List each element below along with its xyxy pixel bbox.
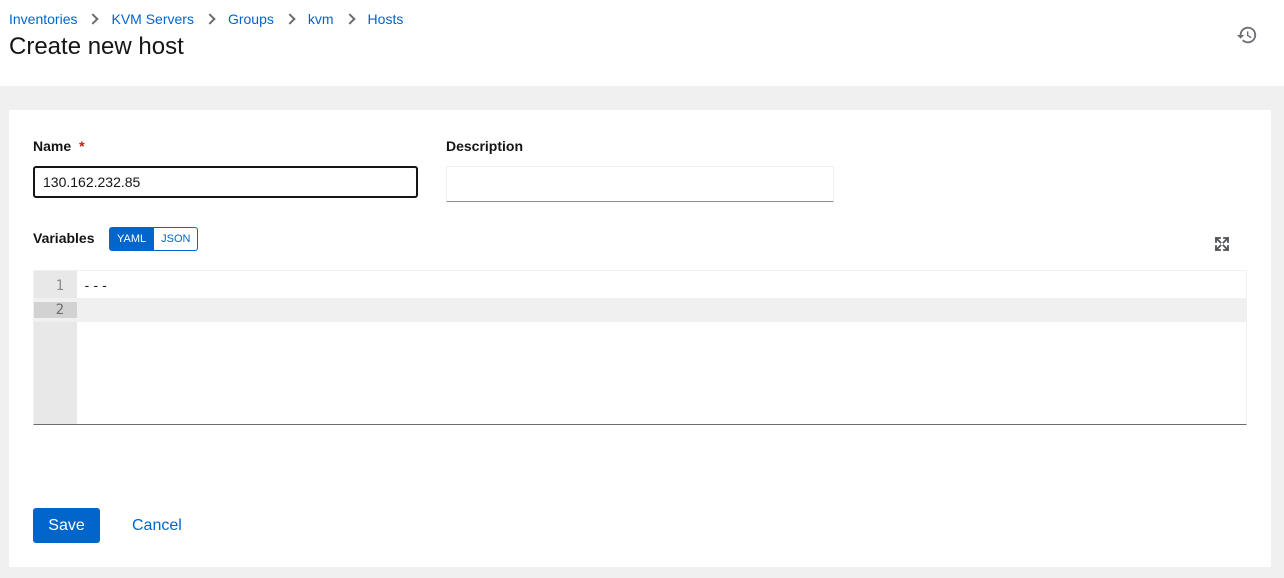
breadcrumb-hosts[interactable]: Hosts (368, 11, 404, 27)
chevron-right-icon (204, 13, 216, 25)
yaml-toggle[interactable]: YAML (109, 227, 155, 251)
description-label: Description (446, 138, 524, 154)
breadcrumb-kvm[interactable]: kvm (308, 11, 334, 27)
line-number: 2 (34, 302, 77, 318)
breadcrumb: Inventories KVM Servers Groups kvm Hosts (9, 11, 403, 27)
page-title: Create new host (9, 33, 184, 60)
expand-icon (1214, 236, 1230, 252)
name-label: Name * (33, 138, 85, 154)
json-toggle[interactable]: JSON (154, 227, 199, 251)
line-content: --- (83, 278, 110, 294)
breadcrumb-kvm-servers[interactable]: KVM Servers (111, 11, 193, 27)
history-icon (1236, 26, 1257, 44)
editor-line: 1 --- (34, 274, 1246, 298)
page-header: Inventories KVM Servers Groups kvm Hosts… (0, 0, 1284, 86)
chevron-right-icon (284, 13, 296, 25)
history-button[interactable] (1236, 24, 1258, 46)
chevron-right-icon (87, 13, 100, 25)
save-button[interactable]: Save (33, 508, 100, 543)
chevron-right-icon (343, 13, 356, 25)
description-input[interactable] (446, 166, 834, 202)
breadcrumb-groups[interactable]: Groups (228, 11, 274, 27)
required-marker: * (79, 138, 85, 154)
editor-line-active: 2 (34, 298, 1246, 322)
variables-label: Variables (33, 230, 95, 246)
format-toggle: YAML JSON (109, 227, 199, 251)
host-form-card: Name* Description Variables YAML JSON 1 … (9, 110, 1271, 567)
variables-editor[interactable]: 1 --- 2 (33, 270, 1247, 425)
expand-editor-button[interactable] (1214, 236, 1230, 252)
name-input[interactable] (33, 166, 418, 198)
cancel-button[interactable]: Cancel (119, 508, 195, 543)
breadcrumb-inventories[interactable]: Inventories (9, 11, 77, 27)
line-number: 1 (55, 278, 64, 294)
